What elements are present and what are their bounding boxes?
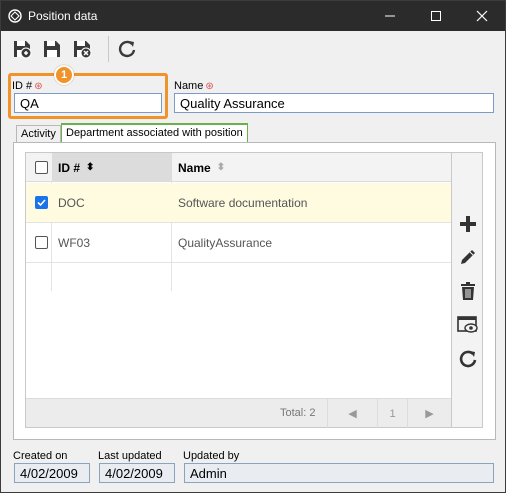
row-name-cell: Software documentation [178,196,308,210]
row-checkbox[interactable] [35,196,48,209]
next-page-button[interactable]: ▶ [407,399,451,428]
row-checkbox[interactable] [35,236,48,249]
save-button[interactable] [39,36,65,62]
updated-by-label: Updated by [183,450,240,462]
maximize-icon [431,11,441,21]
maximize-button[interactable] [413,1,459,31]
department-grid: ID # ⬍ Name ⬍ DOC Software documentation… [25,152,452,428]
view-icon [457,316,478,333]
edit-icon [461,250,475,264]
grid-refresh-button[interactable] [456,347,480,371]
grid-footer: Total: 2 ◀ 1 ▶ [26,398,451,428]
row-id-cell: DOC [58,196,85,210]
add-button[interactable] [456,212,480,236]
tab-department-associated[interactable]: Department associated with position [61,123,248,143]
last-updated-label: Last updated [98,450,162,462]
refresh-button[interactable] [114,36,140,62]
created-on-label: Created on [13,450,68,462]
prev-page-icon: ◀ [348,408,357,420]
save-and-close-button[interactable] [69,36,95,62]
refresh-icon [459,350,477,368]
checkmark-icon [37,199,46,207]
updated-by-field [184,463,494,483]
close-icon [476,10,488,22]
grid-header: ID # ⬍ Name ⬍ [26,153,451,182]
save-and-new-icon [14,41,32,59]
save-and-close-icon [74,41,92,59]
select-all-checkbox[interactable] [35,161,48,174]
total-count: Total: 2 [280,407,316,419]
minimize-icon [385,15,395,17]
column-header-id[interactable]: ID # ⬍ [52,153,172,182]
row-id-cell: WF03 [58,236,91,250]
edit-button[interactable] [456,245,480,269]
window-title: Position data [28,9,98,23]
title-bar: Position data [1,1,505,31]
created-on-field [14,463,90,483]
column-header-name[interactable]: Name ⬍ [172,153,451,182]
column-header-name-label: Name [178,160,211,175]
name-field[interactable] [174,93,494,113]
name-label-text: Name [174,80,204,92]
row-name-cell: QualityAssurance [178,236,273,250]
page-number: 1 [377,399,407,428]
save-and-new-button[interactable] [9,36,35,62]
toolbar-separator [108,36,109,62]
delete-button[interactable] [456,279,480,303]
table-row[interactable]: DOC Software documentation [26,183,451,223]
sort-icon: ⬍ [86,162,95,173]
next-page-icon: ▶ [425,408,434,420]
toolbar [1,31,505,67]
position-data-window: Position data ID # ⊛ QA Name ⊛ Quality A… [0,0,506,493]
app-icon [8,9,22,23]
table-row[interactable]: WF03 QualityAssurance [26,223,451,263]
column-header-id-label: ID # [58,160,81,175]
save-icon [44,41,60,57]
refresh-icon [118,40,136,58]
prev-page-button[interactable]: ◀ [327,399,377,428]
callout-highlight [8,73,168,119]
close-button[interactable] [459,1,505,31]
delete-icon [461,282,475,300]
callout-badge: 1 [54,65,74,85]
view-button[interactable] [456,313,480,337]
add-icon [460,216,476,232]
minimize-button[interactable] [367,1,413,31]
required-icon: ⊛ [205,81,214,92]
sort-icon: ⬍ [216,162,226,173]
last-updated-field [99,463,175,483]
name-label: Name ⊛ [174,80,214,92]
tab-activity[interactable]: Activity [16,125,61,143]
grid-side-toolbar [452,152,483,428]
